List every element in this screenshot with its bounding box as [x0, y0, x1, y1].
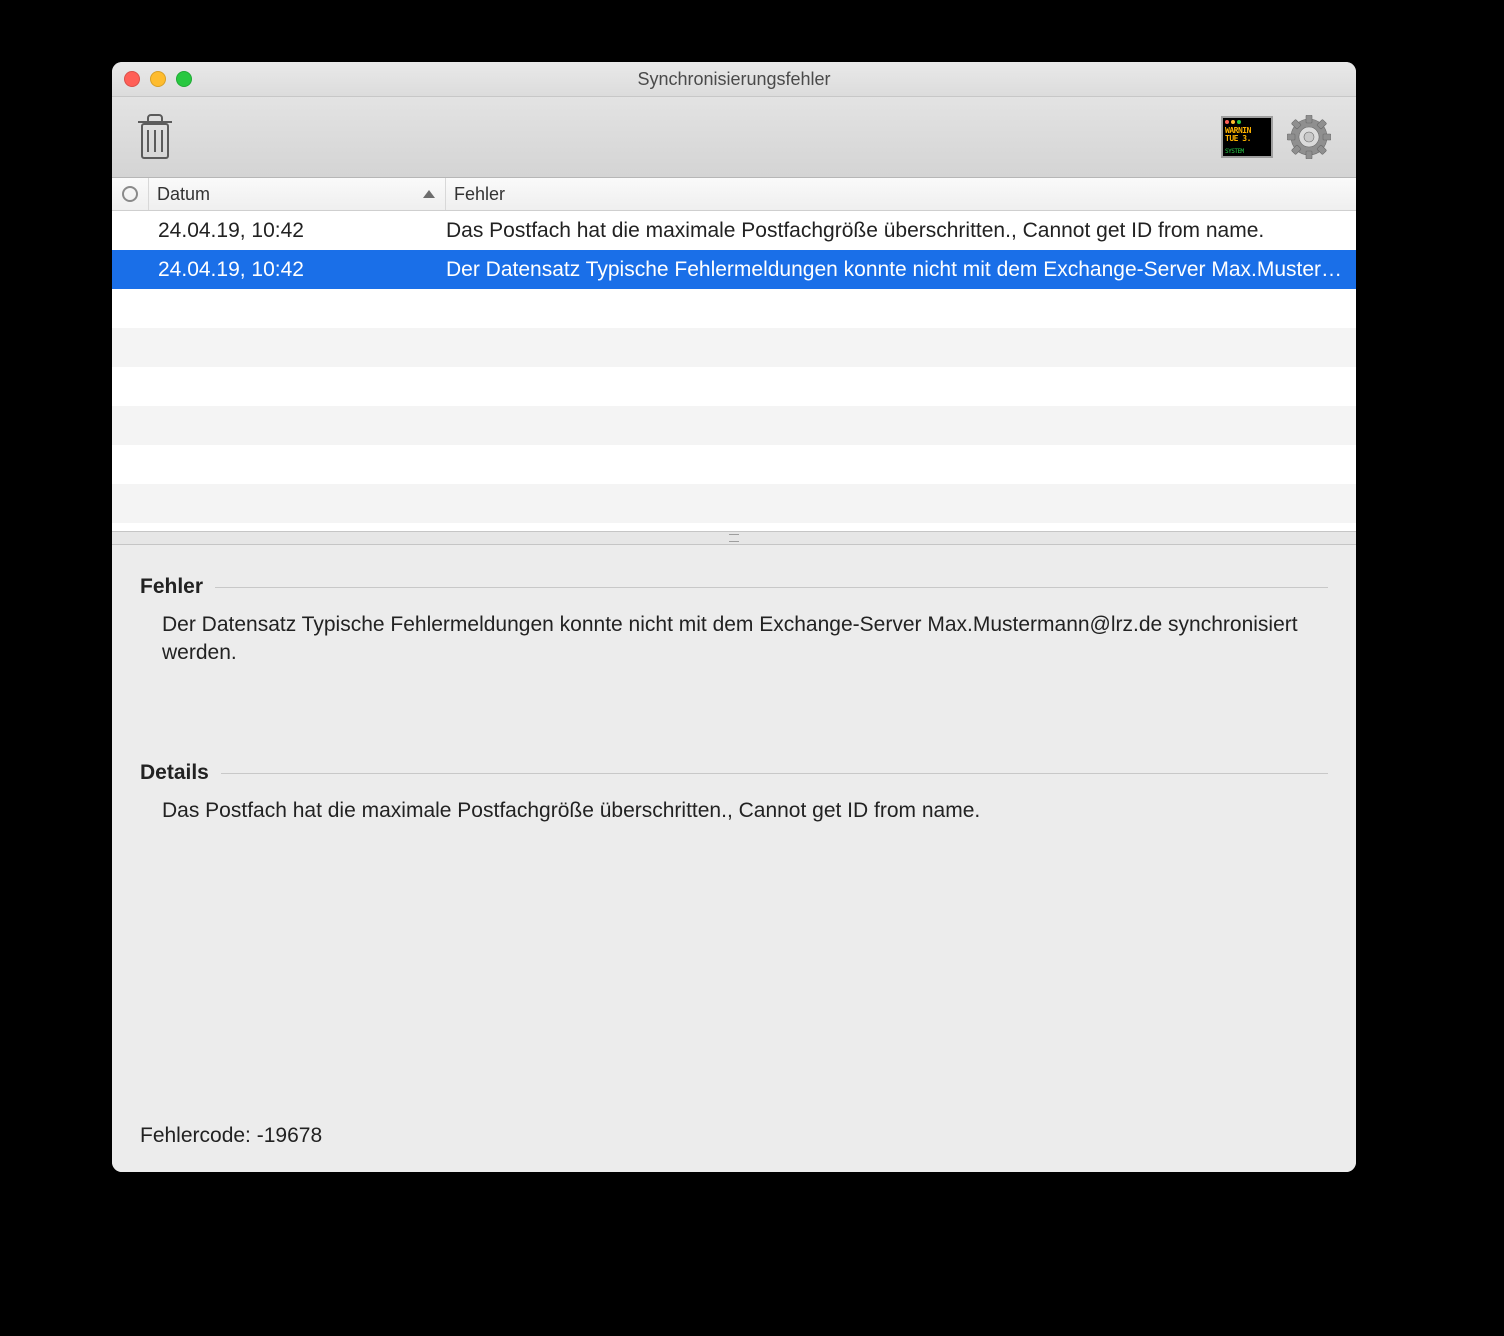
- table-row-empty: [112, 523, 1356, 531]
- table-row[interactable]: 24.04.19, 10:42Der Datensatz Typische Fe…: [112, 250, 1356, 289]
- table-body: 24.04.19, 10:42Das Postfach hat die maxi…: [112, 211, 1356, 531]
- error-code-label: Fehlercode:: [140, 1124, 251, 1147]
- table-row[interactable]: 24.04.19, 10:42Das Postfach hat die maxi…: [112, 211, 1356, 250]
- cell-error: Der Datensatz Typische Fehlermeldungen k…: [436, 258, 1356, 282]
- cell-error: Das Postfach hat die maximale Postfachgr…: [436, 219, 1356, 243]
- table-row-empty: [112, 328, 1356, 367]
- error-section-label-text: Fehler: [140, 575, 203, 599]
- column-header-date-label: Datum: [157, 184, 210, 205]
- table-row-empty: [112, 367, 1356, 406]
- warning-log-icon: WARNINTUE 3. SYSTEM: [1221, 116, 1273, 158]
- divider: [215, 587, 1328, 588]
- table-row-empty: [112, 484, 1356, 523]
- details-section-body: Das Postfach hat die maximale Postfachgr…: [140, 797, 1328, 897]
- titlebar: Synchronisierungsfehler: [112, 62, 1356, 97]
- column-header-status[interactable]: [112, 178, 149, 210]
- column-header-error-label: Fehler: [454, 184, 505, 205]
- zoom-window-button[interactable]: [176, 71, 192, 87]
- minimize-window-button[interactable]: [150, 71, 166, 87]
- divider: [221, 773, 1328, 774]
- close-window-button[interactable]: [124, 71, 140, 87]
- pane-splitter[interactable]: [112, 531, 1356, 545]
- column-header-date[interactable]: Datum: [149, 178, 446, 210]
- details-pane: Fehler Der Datensatz Typische Fehlermeld…: [112, 545, 1356, 1172]
- details-section-label-text: Details: [140, 761, 209, 785]
- status-dot-icon: [122, 186, 138, 202]
- window-title: Synchronisierungsfehler: [112, 69, 1356, 90]
- table-row-empty: [112, 445, 1356, 484]
- toolbar: WARNINTUE 3. SYSTEM: [112, 97, 1356, 178]
- cell-date: 24.04.19, 10:42: [148, 258, 436, 282]
- cell-date: 24.04.19, 10:42: [148, 219, 436, 243]
- details-section-label: Details: [140, 761, 1328, 785]
- sync-errors-window: Synchronisierungsfehler WARNINTUE 3. SYS: [112, 62, 1356, 1172]
- error-code-value: -19678: [257, 1124, 322, 1147]
- error-section-label: Fehler: [140, 575, 1328, 599]
- system-log-button[interactable]: WARNINTUE 3. SYSTEM: [1218, 108, 1276, 166]
- table-header: Datum Fehler: [112, 178, 1356, 211]
- sort-ascending-icon: [423, 190, 435, 198]
- settings-button[interactable]: [1280, 108, 1338, 166]
- table-row-empty: [112, 406, 1356, 445]
- delete-button[interactable]: [126, 108, 184, 166]
- traffic-lights: [124, 71, 192, 87]
- column-header-error[interactable]: Fehler: [446, 178, 1356, 210]
- error-code: Fehlercode: -19678: [140, 1094, 1328, 1148]
- error-table: Datum Fehler 24.04.19, 10:42Das Postfach…: [112, 178, 1356, 531]
- table-row-empty: [112, 289, 1356, 328]
- gear-icon: [1287, 115, 1331, 159]
- trash-icon: [134, 112, 176, 162]
- splitter-grip-icon: [729, 534, 739, 542]
- error-section-body: Der Datensatz Typische Fehlermeldungen k…: [140, 611, 1328, 711]
